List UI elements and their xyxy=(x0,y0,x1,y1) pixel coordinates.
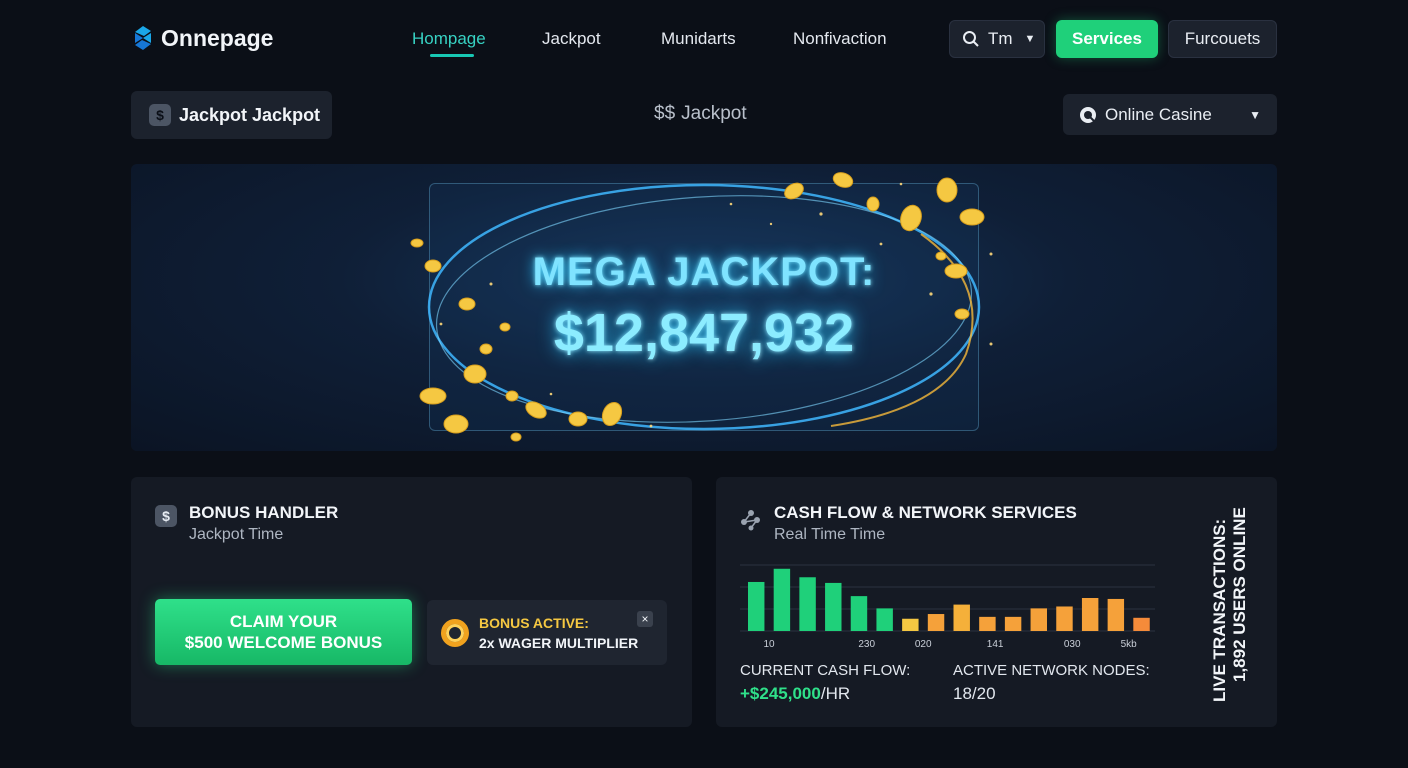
chart-bar xyxy=(850,596,868,631)
live-transactions-label: LIVE TRANSACTIONS: xyxy=(1210,518,1229,702)
chart-bar xyxy=(876,608,893,631)
subbar-center-title: $$ Jackpot xyxy=(654,103,747,125)
chart-bar xyxy=(773,568,791,631)
network-subtitle: Real Time Time xyxy=(774,526,886,543)
chart-tick-label: 5kb xyxy=(1121,639,1138,650)
logo-icon xyxy=(135,26,151,50)
cash-flow-unit: /HR xyxy=(820,684,851,703)
chart-bar xyxy=(825,582,842,631)
jackpot-jackpot-label: Jackpot Jackpot xyxy=(179,104,321,125)
bonus-active-notice: BONUS ACTIVE: 2x WAGER MULTIPLIER × xyxy=(427,600,667,665)
jackpot-hero-banner: MEGA JACKPOT: $12,847,932 xyxy=(131,164,1277,451)
chart-bar xyxy=(979,616,996,631)
chart-bar xyxy=(1030,608,1048,631)
network-title: CASH FLOW & NETWORK SERVICES xyxy=(774,503,1077,522)
chart-bar xyxy=(1107,598,1125,631)
active-nav-indicator xyxy=(430,54,474,57)
brand-logo[interactable]: Onnepage xyxy=(131,24,273,52)
jackpot-title: MEGA JACKPOT: xyxy=(532,250,876,294)
nav-item-jackpot[interactable]: Jackpot xyxy=(542,29,601,49)
casino-icon xyxy=(1080,106,1096,123)
casino-select[interactable]: Online Casine ▼ xyxy=(1063,94,1277,135)
search-icon xyxy=(963,31,979,47)
coin-icon xyxy=(441,618,469,647)
nav-item-nonfivaction[interactable]: Nonfivaction xyxy=(793,29,887,49)
chart-bar xyxy=(1133,617,1150,631)
users-online-label: 1,892 USERS ONLINE xyxy=(1230,507,1249,682)
chart-bar xyxy=(902,618,919,631)
casino-select-value: Online Casine xyxy=(1105,104,1212,124)
chart-tick-label: 030 xyxy=(1064,639,1081,650)
services-button[interactable]: Services xyxy=(1056,20,1158,58)
close-icon[interactable]: × xyxy=(637,611,653,627)
bonus-handler-subtitle: Jackpot Time xyxy=(189,526,284,543)
nodes-label: ACTIVE NETWORK NODES: xyxy=(953,662,1150,679)
nodes-value: 18/20 xyxy=(953,684,996,703)
chart-bar xyxy=(1056,606,1073,631)
cash-flow-value: +$245,000 xyxy=(740,684,821,703)
nav-item-homepage[interactable]: Hompage xyxy=(412,29,486,49)
network-icon xyxy=(741,510,760,531)
chart-tick-label: 10 xyxy=(764,639,776,650)
network-services-card: CASH FLOW & NETWORK SERVICES Real Time T… xyxy=(716,477,1277,727)
cash-flow-label: CURRENT CASH FLOW: xyxy=(740,662,911,679)
bonus-handler-card: $ BONUS HANDLER Jackpot Time CLAIM YOUR … xyxy=(131,477,692,727)
jackpot-amount: $12,847,932 xyxy=(553,303,855,363)
claim-line-1: CLAIM YOUR xyxy=(229,612,338,631)
chart-tick-label: 020 xyxy=(915,639,932,650)
nav-item-munidarts[interactable]: Munidarts xyxy=(661,29,736,49)
chart-bar xyxy=(1004,616,1022,631)
chart-tick-label: 141 xyxy=(987,639,1004,650)
live-transactions-vertical: LIVE TRANSACTIONS: 1,892 USERS ONLINE xyxy=(1204,487,1264,707)
chart-bar xyxy=(953,604,970,631)
brand-name: Onnepage xyxy=(161,24,274,51)
chart-bar xyxy=(799,577,816,631)
dollar-icon: $ xyxy=(155,505,177,527)
chart-bar xyxy=(927,614,945,631)
furcouets-button[interactable]: Furcouets xyxy=(1168,20,1277,58)
search-label: Tm xyxy=(988,29,1013,48)
claim-line-2: $500 WELCOME BONUS xyxy=(184,633,383,652)
chart-bar xyxy=(1081,598,1099,631)
search-dropdown[interactable]: Tm ▼ xyxy=(949,20,1045,58)
bonus-handler-title: BONUS HANDLER xyxy=(189,503,339,522)
subbar-center-label: Jackpot xyxy=(681,103,747,124)
chart-tick-label: 230 xyxy=(858,639,875,650)
chart-bar xyxy=(748,581,765,631)
dollar-icon: $ xyxy=(149,104,171,126)
current-cash-flow: CURRENT CASH FLOW: +$245,000/HR xyxy=(740,662,910,704)
bonus-active-label: BONUS ACTIVE: xyxy=(479,614,589,631)
active-network-nodes: ACTIVE NETWORK NODES: 18/20 xyxy=(953,662,1150,704)
jackpot-jackpot-button[interactable]: $ Jackpot Jackpot xyxy=(131,91,332,139)
chevron-down-icon: ▼ xyxy=(1024,33,1036,45)
bonus-multiplier-label: 2x WAGER MULTIPLIER xyxy=(479,634,639,651)
double-dollar-icon: $$ xyxy=(654,103,676,124)
top-navigation-bar: Onnepage Hompage Jackpot Munidarts Nonfi… xyxy=(0,0,1408,78)
cash-flow-chart: 10 230 020 141 030 5kb xyxy=(740,564,1155,650)
claim-bonus-button[interactable]: CLAIM YOUR $500 WELCOME BONUS xyxy=(155,599,412,665)
chevron-down-icon: ▼ xyxy=(1249,107,1261,122)
